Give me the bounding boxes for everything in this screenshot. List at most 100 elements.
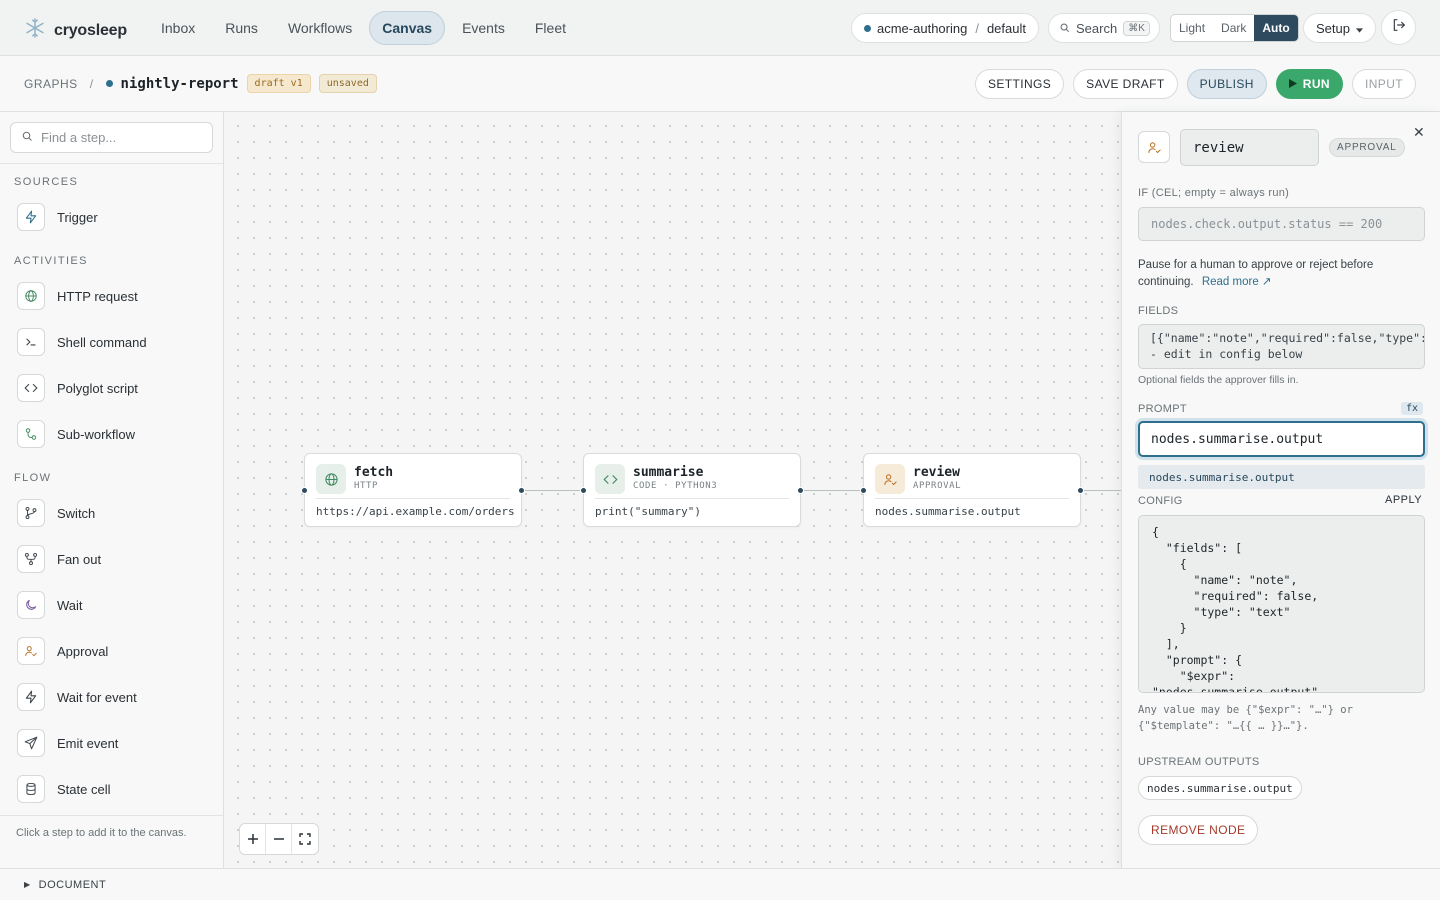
prompt-input[interactable]: nodes.summarise.output: [1138, 421, 1425, 457]
step-http-request[interactable]: HTTP request: [14, 276, 210, 316]
breadcrumb-graphs[interactable]: GRAPHS: [24, 77, 78, 91]
node-name-input[interactable]: review: [1180, 129, 1319, 166]
theme-dark[interactable]: Dark: [1213, 15, 1254, 41]
document-panel-toggle[interactable]: ▶ DOCUMENT: [0, 868, 1440, 900]
code-icon: [17, 374, 45, 402]
node-input-port[interactable]: [580, 487, 587, 494]
zoom-controls: [239, 823, 319, 855]
step-polyglot-script[interactable]: Polyglot script: [14, 368, 210, 408]
nav-fleet[interactable]: Fleet: [522, 11, 579, 45]
setup-menu-button[interactable]: Setup: [1303, 13, 1376, 43]
input-button[interactable]: INPUT: [1352, 69, 1416, 99]
graph-status-dot: [105, 80, 113, 87]
step-sub-workflow[interactable]: Sub-workflow: [14, 414, 210, 454]
divider: [316, 498, 510, 499]
step-label: State cell: [57, 781, 111, 797]
upstream-output-chip[interactable]: nodes.summarise.output: [1138, 776, 1302, 800]
step-label: Wait for event: [57, 689, 137, 705]
fit-view-button[interactable]: [292, 824, 318, 854]
caret-down-icon: [1355, 21, 1363, 36]
remove-node-button[interactable]: REMOVE NODE: [1138, 815, 1259, 845]
nav-runs[interactable]: Runs: [212, 11, 271, 45]
workspace-status-dot: [864, 24, 871, 32]
theme-light[interactable]: Light: [1171, 15, 1213, 41]
fields-preview[interactable]: [{"name":"note","required":false,"type":…: [1138, 324, 1425, 369]
find-step-input[interactable]: [41, 130, 191, 145]
terminal-icon: [17, 328, 45, 356]
step-fan-out[interactable]: Fan out: [14, 539, 210, 579]
node-summary: https://api.example.com/orders: [316, 505, 515, 518]
node-fetch[interactable]: fetch HTTP https://api.example.com/order…: [301, 453, 525, 527]
zoom-out-button[interactable]: [266, 824, 292, 854]
step-emit-event[interactable]: Emit event: [14, 723, 210, 763]
draft-version-badge: draft v1: [246, 74, 311, 93]
apply-config-button[interactable]: APPLY: [1385, 494, 1422, 506]
step-switch[interactable]: Switch: [14, 493, 210, 533]
bolt-icon: [17, 203, 45, 231]
moon-icon: [17, 591, 45, 619]
workspace-env: default: [986, 20, 1026, 36]
section-flow: FLOW: [14, 472, 52, 484]
zoom-in-button[interactable]: [240, 824, 266, 854]
node-kind: CODE · PYTHON3: [633, 481, 718, 491]
node-input-port[interactable]: [301, 487, 308, 494]
graph-canvas[interactable]: fetch HTTP https://api.example.com/order…: [224, 112, 1121, 868]
brand[interactable]: cryosleep: [24, 17, 127, 44]
workspace-selector[interactable]: acme-authoring / default: [851, 13, 1039, 43]
search-icon: [21, 129, 33, 147]
step-state-cell[interactable]: State cell: [14, 769, 210, 809]
globe-icon: [316, 464, 346, 494]
node-output-port[interactable]: [518, 487, 525, 494]
step-wait[interactable]: Wait: [14, 585, 210, 625]
run-button[interactable]: RUN: [1275, 69, 1343, 99]
config-editor[interactable]: { "fields": [ { "name": "note", "require…: [1138, 515, 1425, 693]
close-icon[interactable]: ✕: [1413, 124, 1425, 141]
send-icon: [17, 729, 45, 757]
theme-switcher: Light Dark Auto: [1170, 14, 1299, 42]
node-title: review: [913, 465, 960, 480]
step-label: Trigger: [57, 209, 98, 225]
if-condition-input[interactable]: nodes.check.output.status == 200: [1138, 207, 1425, 241]
node-output-port[interactable]: [797, 487, 804, 494]
search-icon: [1059, 21, 1070, 36]
find-step-field[interactable]: [10, 122, 213, 153]
node-summarise[interactable]: summarise CODE · PYTHON3 print("summary"…: [580, 453, 804, 527]
autocomplete-suggestion[interactable]: nodes.summarise.output: [1138, 465, 1425, 489]
node-output-port[interactable]: [1077, 487, 1084, 494]
settings-button[interactable]: SETTINGS: [974, 69, 1065, 99]
expression-toggle-button[interactable]: fx: [1401, 402, 1424, 415]
setup-label: Setup: [1316, 20, 1350, 36]
step-label: Fan out: [57, 551, 102, 567]
subflow-icon: [17, 420, 45, 448]
divider: [0, 163, 224, 164]
step-shell-command[interactable]: Shell command: [14, 322, 210, 362]
fields-label: FIELDS: [1138, 305, 1179, 317]
node-review[interactable]: review APPROVAL nodes.summarise.output: [860, 453, 1084, 527]
prompt-label: PROMPT: [1138, 403, 1187, 415]
step-approval[interactable]: Approval: [14, 631, 210, 671]
step-wait-for-event[interactable]: Wait for event: [14, 677, 210, 717]
step-label: Switch: [57, 505, 96, 521]
fields-help: Optional fields the approver fills in.: [1138, 374, 1299, 386]
nav-workflows[interactable]: Workflows: [275, 11, 365, 45]
nav-events[interactable]: Events: [449, 11, 518, 45]
fields-json-line: [{"name":"note","required":false,"type":…: [1150, 331, 1424, 345]
read-more-link[interactable]: Read more ↗: [1202, 276, 1272, 288]
logout-button[interactable]: [1381, 10, 1416, 45]
document-label: DOCUMENT: [38, 878, 107, 891]
config-label: CONFIG: [1138, 495, 1183, 507]
node-input-port[interactable]: [860, 487, 867, 494]
nav-inbox[interactable]: Inbox: [148, 11, 208, 45]
node-title: summarise: [633, 465, 704, 480]
nav-canvas[interactable]: Canvas: [369, 11, 446, 45]
search-button[interactable]: Search ⌘K: [1048, 13, 1160, 43]
save-draft-button[interactable]: SAVE DRAFT: [1073, 69, 1178, 99]
section-activities: ACTIVITIES: [14, 255, 88, 267]
publish-button[interactable]: PUBLISH: [1186, 69, 1267, 99]
user-check-icon: [17, 637, 45, 665]
divider: [875, 498, 1069, 499]
step-trigger[interactable]: Trigger: [14, 197, 210, 237]
step-label: Wait: [57, 597, 83, 613]
theme-auto[interactable]: Auto: [1254, 15, 1298, 41]
step-label: Shell command: [57, 334, 147, 350]
